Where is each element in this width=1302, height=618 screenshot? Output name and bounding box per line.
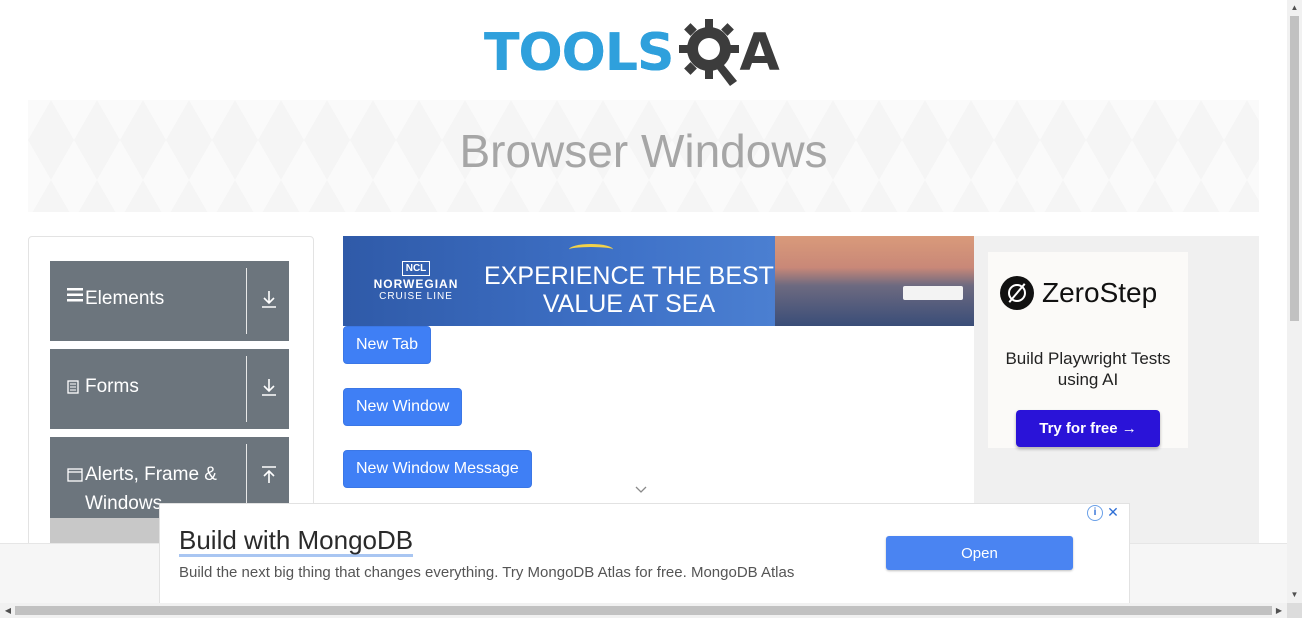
page-banner: Browser Windows (28, 100, 1259, 212)
logo-gear-q-icon (675, 15, 745, 91)
scroll-down-arrow-icon[interactable]: ▼ (1290, 589, 1299, 601)
vertical-scrollbar[interactable]: ▲ ▼ (1287, 0, 1302, 603)
page-title: Browser Windows (459, 125, 828, 177)
scroll-up-arrow-icon[interactable]: ▲ (1290, 2, 1299, 14)
ad-headline: EXPERIENCE THE BEST VALUE AT SEA (484, 262, 774, 318)
menu-group-elements[interactable]: Elements (50, 261, 289, 341)
menu-divider (246, 356, 247, 422)
page: TOOLS A Browser Windows Elements Forms A… (0, 0, 1287, 603)
ad-mongodb[interactable]: Build with MongoDB Build the next big th… (159, 503, 1130, 603)
new-window-button[interactable]: New Window (343, 388, 463, 426)
new-tab-button[interactable]: New Tab (343, 326, 431, 364)
ad-close-icon[interactable]: ✕ (1105, 504, 1121, 520)
zerostep-tagline: Build Playwright Tests using AI (1005, 349, 1171, 389)
chevron-down-icon[interactable] (635, 484, 647, 496)
ad-mongodb-title[interactable]: Build with MongoDB (179, 526, 414, 557)
toolsqa-logo[interactable]: TOOLS A (484, 14, 780, 92)
document-icon (67, 380, 85, 399)
download-arrow-icon[interactable] (259, 378, 279, 401)
ad-info-icon[interactable]: i (1087, 505, 1103, 521)
scrollbar-corner (1287, 603, 1302, 618)
ad-ship-image (903, 286, 963, 300)
horizontal-scrollbar[interactable]: ◀ ▶ (0, 603, 1287, 618)
ad-coast-image (775, 236, 974, 326)
scroll-left-arrow-icon[interactable]: ◀ (2, 605, 14, 617)
zerostep-logo: ZeroStep (1000, 276, 1157, 310)
window-icon (67, 468, 85, 487)
ad-open-button[interactable]: Open (886, 536, 1073, 570)
download-arrow-icon[interactable] (259, 290, 279, 313)
menu-group-label: Elements (85, 288, 165, 309)
menu-group-label: Forms (85, 376, 139, 397)
zerostep-card[interactable]: ZeroStep Build Playwright Tests using AI… (988, 252, 1188, 448)
ncl-logo: NCL NORWEGIAN CRUISE LINE (361, 258, 471, 302)
menu-divider (246, 268, 247, 334)
ad-ncl-banner[interactable]: NCL NORWEGIAN CRUISE LINE EXPERIENCE THE… (343, 236, 974, 326)
hamburger-icon (67, 288, 85, 307)
logo-text: TOOLS (484, 23, 674, 83)
ad-wave-icon (569, 244, 613, 255)
new-window-message-button[interactable]: New Window Message (343, 450, 532, 488)
zerostep-brand: ZeroStep (1042, 277, 1158, 308)
ncl-brand-sub: CRUISE LINE (379, 291, 453, 302)
ad-zerostep: ZeroStep Build Playwright Tests using AI… (974, 236, 1259, 546)
ad-mongodb-description: Build the next big thing that changes ev… (179, 564, 795, 581)
vertical-scroll-thumb[interactable] (1290, 16, 1299, 321)
ncl-brand-name: NORWEGIAN (373, 277, 459, 291)
upload-arrow-icon[interactable] (259, 466, 279, 489)
ncl-badge: NCL (401, 261, 431, 276)
zerostep-logo-icon (1000, 276, 1034, 310)
horizontal-scroll-thumb[interactable] (15, 606, 1272, 615)
menu-divider (246, 444, 247, 512)
try-for-free-button[interactable]: Try for free → (1016, 410, 1160, 447)
scroll-right-arrow-icon[interactable]: ▶ (1273, 605, 1285, 617)
logo-a: A (739, 23, 780, 83)
menu-group-forms[interactable]: Forms (50, 349, 289, 429)
